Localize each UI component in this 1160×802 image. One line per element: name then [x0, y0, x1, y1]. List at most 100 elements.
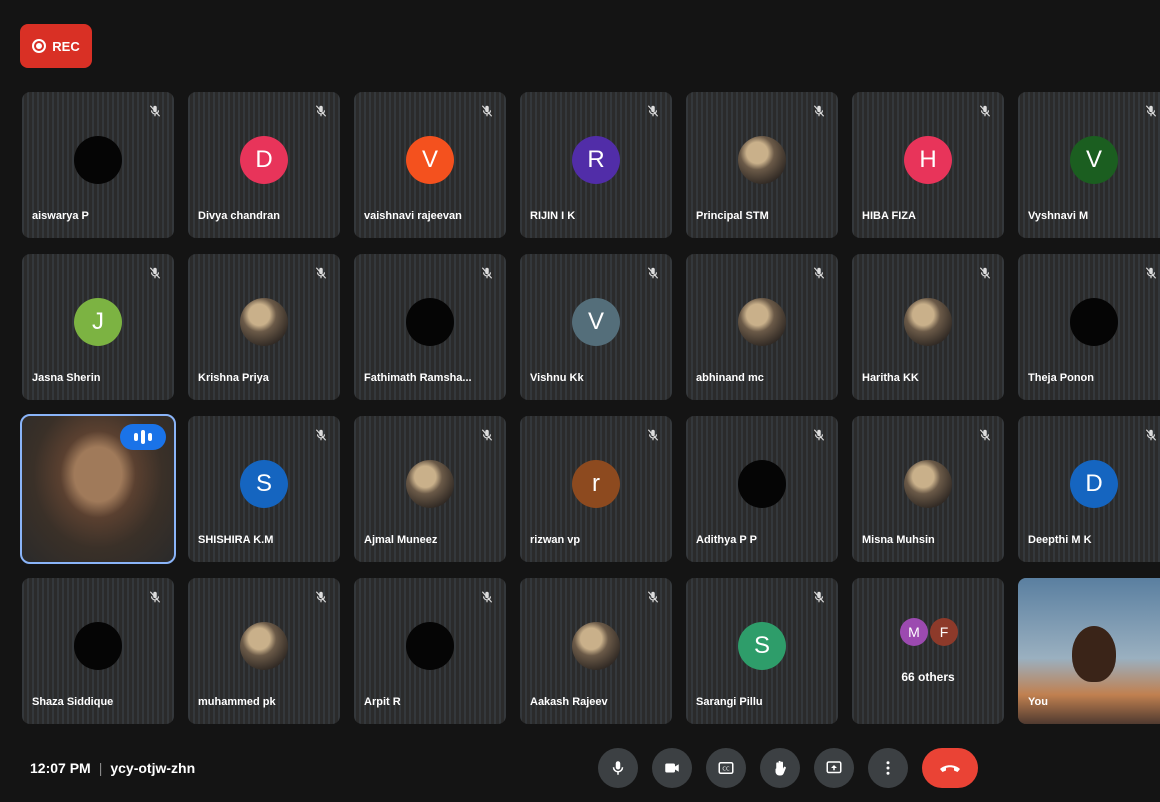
mic-off-icon	[312, 588, 330, 606]
participant-tile[interactable]: aiswarya P	[22, 92, 174, 238]
more-options-button[interactable]	[868, 748, 908, 788]
participant-tile[interactable]: Haritha KK	[852, 254, 1004, 400]
participant-tile[interactable]: Krishna Priya	[188, 254, 340, 400]
others-count: 66 others	[901, 670, 955, 684]
mic-off-icon	[478, 426, 496, 444]
raise-hand-button[interactable]	[760, 748, 800, 788]
participant-tile[interactable]: Vvaishnavi rajeevan	[354, 92, 506, 238]
participant-name: RIJIN I K	[530, 210, 576, 222]
participant-name: Theja Ponon	[1028, 372, 1094, 384]
mic-off-icon	[312, 102, 330, 120]
participant-photo	[738, 298, 786, 346]
participant-tile[interactable]	[20, 414, 176, 564]
participant-name: Krishna Priya	[198, 372, 269, 384]
participant-avatar-blank	[406, 298, 454, 346]
participant-tile[interactable]: J Jasna Sherin	[22, 254, 174, 400]
captions-icon: CC	[718, 762, 734, 774]
participant-photo	[572, 622, 620, 670]
participant-tile[interactable]: Adithya P P	[686, 416, 838, 562]
participant-tile[interactable]: Ajmal Muneez	[354, 416, 506, 562]
participant-name: Sarangi Pillu	[696, 696, 763, 708]
participant-avatar-blank	[74, 136, 122, 184]
mic-off-icon	[976, 426, 994, 444]
meeting-code[interactable]: ycy-otjw-zhn	[110, 760, 195, 776]
svg-text:CC: CC	[722, 767, 730, 773]
mic-off-icon	[312, 264, 330, 282]
participant-avatar: S	[240, 460, 288, 508]
participant-avatar: H	[904, 136, 952, 184]
participant-name: Shaza Siddique	[32, 696, 114, 708]
mic-off-icon	[644, 264, 662, 282]
participant-tile[interactable]: S Sarangi Pillu	[686, 578, 838, 724]
participant-tile[interactable]: R RIJIN I K	[520, 92, 672, 238]
participant-photo	[406, 460, 454, 508]
participant-avatar: V	[572, 298, 620, 346]
participant-name: Divya chandran	[198, 210, 280, 222]
participant-name: aiswarya P	[32, 210, 89, 222]
participant-avatar-blank	[1070, 298, 1118, 346]
participant-tile[interactable]: Misna Muhsin	[852, 416, 1004, 562]
end-call-button[interactable]	[922, 748, 978, 788]
participant-name: SHISHIRA K.M	[198, 534, 274, 546]
mic-off-icon	[810, 102, 828, 120]
mic-button[interactable]	[598, 748, 638, 788]
participant-tile[interactable]: Arpit R	[354, 578, 506, 724]
participant-tile[interactable]: H HIBA FIZA	[852, 92, 1004, 238]
participant-name: Arpit R	[364, 696, 401, 708]
participant-name: Jasna Sherin	[32, 372, 101, 384]
participant-tile[interactable]: M F 66 others	[852, 578, 1004, 724]
present-button[interactable]	[814, 748, 854, 788]
participant-name: muhammed pk	[198, 696, 276, 708]
participant-tile[interactable]: V Vyshnavi M	[1018, 92, 1160, 238]
participant-tile[interactable]: Aakash Rajeev	[520, 578, 672, 724]
participant-name: Deepthi M K	[1028, 534, 1092, 546]
participant-name: vaishnavi rajeevan	[364, 210, 462, 222]
meeting-info: 12:07 PM | ycy-otjw-zhn	[30, 760, 195, 776]
participant-avatar: D	[1070, 460, 1118, 508]
participant-photo	[904, 460, 952, 508]
participant-name: rizwan vp	[530, 534, 581, 546]
participant-avatar: J	[74, 298, 122, 346]
participant-name: Vishnu Kk	[530, 372, 584, 384]
mic-off-icon	[1142, 426, 1160, 444]
participant-avatar: R	[572, 136, 620, 184]
participant-avatar: D	[240, 136, 288, 184]
recording-label: REC	[52, 38, 80, 54]
bottom-bar: 12:07 PM | ycy-otjw-zhn CC	[0, 740, 1160, 802]
mic-off-icon	[644, 588, 662, 606]
participant-tile[interactable]: V Vishnu Kk	[520, 254, 672, 400]
mic-off-icon	[976, 264, 994, 282]
participant-tile[interactable]: Fathimath Ramsha...	[354, 254, 506, 400]
participant-name: Principal STM	[696, 210, 769, 222]
mic-off-icon	[146, 588, 164, 606]
captions-button[interactable]: CC	[706, 748, 746, 788]
record-icon	[32, 39, 47, 53]
participant-tile[interactable]: Shaza Siddique	[22, 578, 174, 724]
participant-tile[interactable]: r rizwan vp	[520, 416, 672, 562]
mic-off-icon	[478, 264, 496, 282]
participant-name: HIBA FIZA	[862, 210, 916, 222]
speaking-indicator-icon	[120, 424, 166, 450]
call-controls: CC	[598, 748, 978, 788]
mic-off-icon	[810, 588, 828, 606]
participant-tile[interactable]: Principal STM	[686, 92, 838, 238]
participant-name: abhinand mc	[696, 372, 764, 384]
end-call-icon	[940, 765, 960, 772]
mic-off-icon	[478, 102, 496, 120]
participant-tile[interactable]: muhammed pk	[188, 578, 340, 724]
participant-tile[interactable]: Theja Ponon	[1018, 254, 1160, 400]
participant-tile[interactable]: You	[1018, 578, 1160, 724]
participant-tile[interactable]: abhinand mc	[686, 254, 838, 400]
participant-avatar-blank	[74, 622, 122, 670]
participant-name: Misna Muhsin	[862, 534, 935, 546]
participant-photo	[240, 622, 288, 670]
participant-tile[interactable]: D Deepthi M K	[1018, 416, 1160, 562]
participant-photo	[738, 136, 786, 184]
participant-tile[interactable]: S SHISHIRA K.M	[188, 416, 340, 562]
mic-off-icon	[1142, 264, 1160, 282]
separator: |	[98, 760, 103, 776]
participant-tile[interactable]: D Divya chandran	[188, 92, 340, 238]
camera-button[interactable]	[652, 748, 692, 788]
participant-name: You	[1028, 696, 1048, 708]
recording-indicator: REC	[20, 24, 92, 68]
